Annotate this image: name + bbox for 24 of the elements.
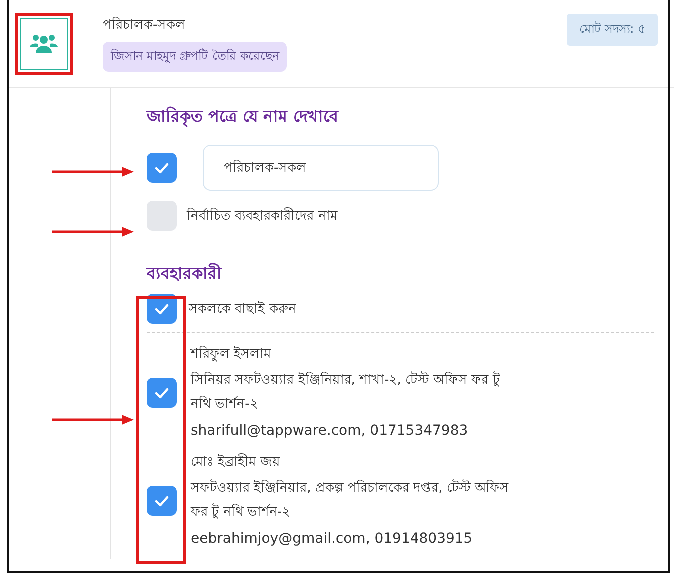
user-contact: eebrahimjoy@gmail.com, 01914803915 xyxy=(191,530,474,549)
checkbox[interactable] xyxy=(147,294,177,324)
member-count-tag: মোট সদস্য: ৫ xyxy=(567,14,658,46)
checkmark-icon xyxy=(155,162,169,174)
checkbox[interactable] xyxy=(147,201,177,231)
user-name: মোঃ ইব্রাহীম জয় xyxy=(191,452,282,472)
option-label: নির্বাচিত ব্যবহারকারীদের নাম xyxy=(187,206,338,226)
checkmark-icon xyxy=(155,388,169,398)
group-title: পরিচালক-সকল xyxy=(103,16,186,35)
section-heading: জারিকৃত পত্রে যে নাম দেখাবে xyxy=(147,106,340,130)
select-all-label: সকলকে বাছাই করুন xyxy=(189,300,296,318)
user-designation: সিনিয়র সফটওয়্যার ইঞ্জিনিয়ার, শাখা-২, টেস্ট অফিস ফর টু নথি ভার্শন-২ xyxy=(191,370,502,414)
name-input-field[interactable]: পরিচালক-সকল xyxy=(203,145,439,191)
creator-tag: জিসান মাহমুদ গ্রুপটি তৈরি করেছেন xyxy=(103,42,288,72)
checkbox[interactable] xyxy=(147,153,177,183)
checkmark-icon xyxy=(155,496,169,506)
user-name: শরিফুল ইসলাম xyxy=(191,345,272,364)
user-contact: sharifull@tappware.com, 01715347983 xyxy=(191,422,470,441)
checkbox[interactable] xyxy=(147,378,177,408)
section-heading: ব্যবহারকারী xyxy=(147,262,224,285)
people-icon xyxy=(30,34,58,54)
checkbox[interactable] xyxy=(147,486,177,516)
checkmark-icon xyxy=(155,304,169,314)
user-designation: সফটওয়্যার ইঞ্জিনিয়ার, প্রকল্প পরিচালকের দপ্তর, টেস্ট অফিস ফর টু নথি ভার্শন-২ xyxy=(191,478,510,522)
